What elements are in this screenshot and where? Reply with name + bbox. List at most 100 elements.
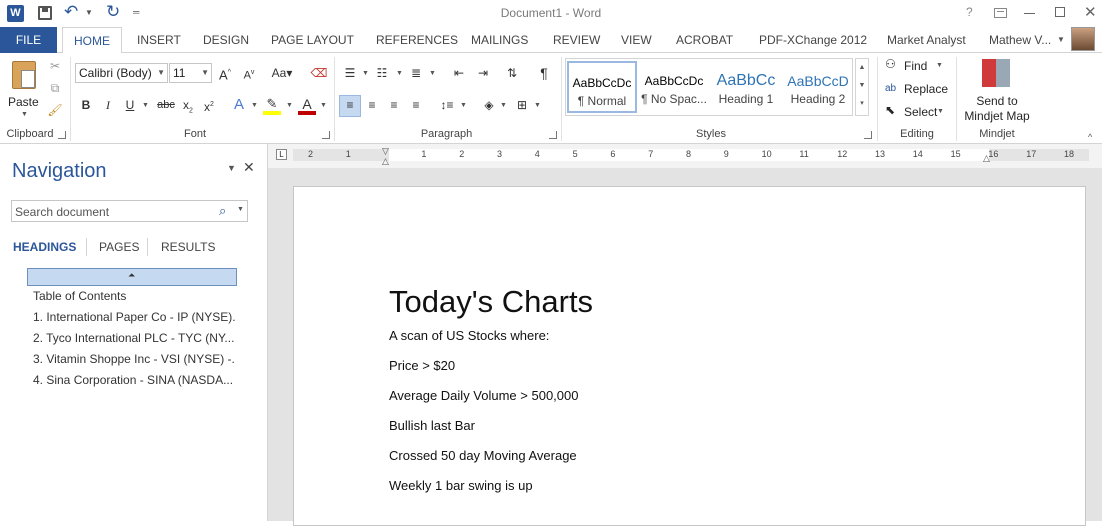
change-case-icon[interactable]: Aa▾: [268, 64, 296, 82]
hanging-indent-marker[interactable]: △: [382, 156, 389, 167]
send-to-mindjet-button[interactable]: Send to Mindjet Map: [960, 57, 1034, 125]
heading-item[interactable]: 4. Sina Corporation - SINA (NASDA...: [33, 373, 235, 387]
replace-button[interactable]: ab Replace: [885, 80, 955, 100]
superscript-icon[interactable]: x2: [200, 96, 218, 114]
tab-page-layout[interactable]: PAGE LAYOUT: [271, 27, 354, 53]
pane-options-icon[interactable]: ▼: [227, 163, 236, 173]
heading-item[interactable]: 3. Vitamin Shoppe Inc - VSI (NYSE) -...: [33, 352, 235, 366]
document-paragraph[interactable]: Weekly 1 bar swing is up: [389, 478, 533, 493]
document-paragraph[interactable]: Bullish last Bar: [389, 418, 475, 433]
font-family-select[interactable]: Calibri (Body) ▼: [75, 63, 168, 83]
undo-dropdown-icon[interactable]: ▼: [85, 8, 93, 17]
user-menu-chevron-icon[interactable]: ▼: [1057, 35, 1065, 44]
redo-icon[interactable]: ↻: [106, 2, 120, 22]
highlight-icon[interactable]: ✎: [263, 95, 281, 115]
tab-review[interactable]: REVIEW: [553, 27, 600, 53]
close-pane-icon[interactable]: ✕: [243, 159, 255, 176]
right-indent-marker[interactable]: △: [983, 153, 990, 164]
document-title[interactable]: Today's Charts: [389, 284, 593, 320]
copy-icon[interactable]: ⧉: [46, 79, 64, 97]
tab-file[interactable]: FILE: [0, 27, 57, 53]
tab-insert[interactable]: INSERT: [137, 27, 181, 53]
clear-formatting-icon[interactable]: ⌫: [310, 64, 328, 82]
save-icon[interactable]: [38, 6, 52, 20]
font-color-icon[interactable]: A: [298, 95, 316, 115]
select-button[interactable]: ⬉ Select ▼: [885, 103, 955, 123]
style-no-spacing[interactable]: AaBbCcDc ¶ No Spac...: [639, 61, 709, 113]
word-icon[interactable]: W: [7, 5, 24, 22]
align-right-icon[interactable]: ≡: [385, 96, 403, 114]
customize-qat-icon[interactable]: ═: [133, 7, 139, 17]
font-size-select[interactable]: 11 ▼: [169, 63, 212, 83]
tab-results[interactable]: RESULTS: [161, 240, 215, 254]
tab-market-analyst[interactable]: Market Analyst: [887, 27, 966, 53]
heading-item[interactable]: Table of Contents: [33, 289, 235, 303]
shrink-font-icon[interactable]: Av: [240, 64, 258, 82]
multilevel-list-icon[interactable]: ≣: [407, 64, 425, 82]
search-document-input[interactable]: Search document ⌕ ▼: [11, 200, 248, 222]
font-launcher-icon[interactable]: [322, 131, 330, 139]
format-painter-icon[interactable]: 🖌: [46, 101, 64, 119]
avatar[interactable]: [1071, 27, 1095, 51]
document-paragraph[interactable]: Crossed 50 day Moving Average: [389, 448, 577, 463]
tab-home[interactable]: HOME: [62, 27, 122, 54]
styles-launcher-icon[interactable]: [864, 131, 872, 139]
tab-pdf-xchange[interactable]: PDF-XChange 2012: [759, 27, 867, 53]
clipboard-launcher-icon[interactable]: [58, 131, 66, 139]
user-name[interactable]: Mathew V...: [989, 27, 1051, 53]
align-center-icon[interactable]: ≡: [363, 96, 381, 114]
search-dropdown-icon[interactable]: ▼: [237, 206, 244, 213]
style-normal[interactable]: AaBbCcDc ¶ Normal: [567, 61, 637, 113]
document-paragraph[interactable]: Price > $20: [389, 358, 455, 373]
styles-scroll[interactable]: ▲ ▼ ▾: [855, 58, 869, 116]
tab-pages[interactable]: PAGES: [99, 240, 139, 254]
justify-icon[interactable]: ≡: [407, 96, 425, 114]
underline-icon[interactable]: U: [121, 96, 139, 114]
document-paragraph[interactable]: Average Daily Volume > 500,000: [389, 388, 578, 403]
strikethrough-icon[interactable]: abc: [155, 96, 177, 114]
align-left-icon[interactable]: ≡: [339, 95, 361, 117]
numbering-icon[interactable]: ☷: [373, 64, 391, 82]
grow-font-icon[interactable]: A^: [216, 64, 234, 82]
style-heading-2[interactable]: AaBbCcD Heading 2: [783, 61, 853, 113]
horizontal-ruler[interactable]: L 2 1 1 2 3 4 5 6 7 8 9 10 11 12 13 14 15 16 17 18 ▽ △ △: [268, 144, 1102, 168]
close-window-icon[interactable]: ✕: [1084, 3, 1097, 21]
bold-icon[interactable]: B: [77, 96, 95, 114]
sort-icon[interactable]: ⇅: [503, 64, 521, 82]
tab-view[interactable]: VIEW: [621, 27, 652, 53]
decrease-indent-icon[interactable]: ⇤: [450, 64, 468, 82]
style-heading-1[interactable]: AaBbCc Heading 1: [711, 61, 781, 113]
bullets-icon[interactable]: ☰: [341, 64, 359, 82]
heading-item[interactable]: 1. International Paper Co - IP (NYSE)...: [33, 310, 235, 324]
search-icon[interactable]: ⌕: [219, 203, 226, 219]
tab-mailings[interactable]: MAILINGS: [471, 27, 528, 53]
tab-headings[interactable]: HEADINGS: [13, 240, 76, 254]
document-page[interactable]: Today's Charts A scan of US Stocks where…: [293, 186, 1086, 526]
tab-selector-icon[interactable]: L: [276, 149, 287, 160]
line-spacing-icon[interactable]: ↕≡: [438, 96, 456, 114]
headings-collapse-bar[interactable]: ⏶: [27, 268, 237, 286]
maximize-icon[interactable]: [1055, 7, 1065, 17]
minimize-icon[interactable]: [1024, 13, 1035, 14]
document-paragraph[interactable]: A scan of US Stocks where:: [389, 328, 549, 343]
tab-design[interactable]: DESIGN: [203, 27, 249, 53]
undo-icon[interactable]: ↶: [64, 2, 78, 22]
collapse-ribbon-icon[interactable]: ^: [1088, 132, 1092, 142]
increase-indent-icon[interactable]: ⇥: [474, 64, 492, 82]
text-effects-icon[interactable]: A: [230, 96, 248, 114]
cut-icon[interactable]: ✂: [46, 57, 64, 75]
tab-references[interactable]: REFERENCES: [376, 27, 458, 53]
italic-icon[interactable]: I: [99, 96, 117, 114]
subscript-icon[interactable]: x2: [179, 96, 197, 114]
paragraph-launcher-icon[interactable]: [549, 131, 557, 139]
paste-button[interactable]: Paste ▼: [6, 57, 42, 121]
show-formatting-marks-icon[interactable]: ¶: [535, 64, 553, 82]
ribbon-display-icon[interactable]: [994, 8, 1007, 18]
borders-icon[interactable]: ⊞: [513, 96, 531, 114]
shading-icon[interactable]: ◈: [480, 96, 498, 114]
ruler-tick-label: 1: [421, 149, 427, 159]
heading-item[interactable]: 2. Tyco International PLC - TYC (NY...: [33, 331, 235, 345]
help-icon[interactable]: ?: [966, 5, 973, 19]
find-button[interactable]: ⚇ Find ▼: [885, 57, 955, 77]
tab-acrobat[interactable]: ACROBAT: [676, 27, 733, 53]
